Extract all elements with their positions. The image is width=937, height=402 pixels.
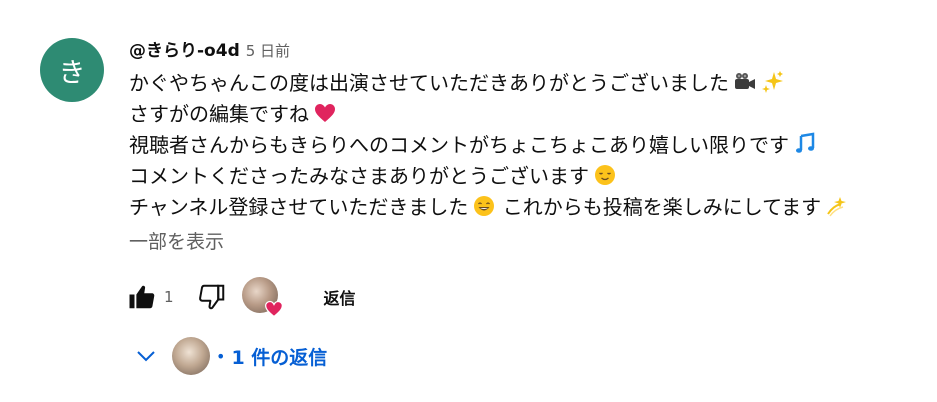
author-name[interactable]: @きらり-o4d bbox=[129, 36, 240, 61]
like-button[interactable] bbox=[124, 277, 160, 317]
reply-author-avatar bbox=[172, 337, 210, 375]
separator-dot: • bbox=[216, 346, 226, 366]
comment-line-text: さすがの編集ですね bbox=[129, 102, 309, 126]
comment-line: コメントくださったみなさまありがとうございます bbox=[129, 161, 919, 192]
dizzy-emoji bbox=[827, 197, 847, 217]
thumb-up-filled-icon bbox=[129, 285, 155, 309]
comment-actions: 1 返信 bbox=[124, 277, 360, 318]
comment-body: かぐやちゃんこの度は出演させていただきありがとうございました さすがの編集ですね… bbox=[129, 68, 919, 223]
view-replies-button[interactable]: • 1 件の返信 bbox=[134, 334, 327, 378]
comment-line-text: 視聴者さんからもきらりへのコメントがちょこちょこあり嬉しい限りです bbox=[129, 133, 789, 157]
avatar-letter: き bbox=[58, 57, 86, 89]
comment-line-text: これからも投稿を楽しみにしてます bbox=[502, 195, 822, 219]
reply-button[interactable]: 返信 bbox=[320, 277, 360, 317]
comment-content: @きらり-o4d 5 日前 かぐやちゃんこの度は出演させていただきありがとうござ… bbox=[129, 36, 919, 257]
comment-line-text: コメントくださったみなさまありがとうございます bbox=[129, 164, 589, 188]
comment-line: さすがの編集ですね bbox=[129, 99, 919, 130]
author-avatar[interactable]: き bbox=[40, 38, 104, 102]
show-less-button[interactable]: 一部を表示 bbox=[129, 227, 919, 257]
relieved-face-emoji bbox=[595, 165, 615, 185]
replies-count-label: 1 件の返信 bbox=[231, 346, 328, 369]
dislike-button[interactable] bbox=[194, 277, 230, 317]
comment-time[interactable]: 5 日前 bbox=[246, 40, 290, 61]
like-count: 1 bbox=[164, 288, 174, 306]
comment-line: チャンネル登録させていただきました これからも投稿を楽しみにしてます bbox=[129, 192, 919, 223]
grinning-face-emoji bbox=[474, 196, 495, 216]
creator-heart-icon bbox=[264, 300, 283, 318]
comment-line-text: かぐやちゃんこの度は出演させていただきありがとうございました bbox=[129, 71, 729, 95]
chevron-down-icon bbox=[137, 351, 155, 362]
red-heart-emoji bbox=[315, 104, 335, 122]
movie-camera-emoji bbox=[735, 73, 755, 89]
comment-line: かぐやちゃんこの度は出演させていただきありがとうございました bbox=[129, 68, 919, 99]
sparkles-emoji bbox=[762, 71, 783, 93]
comment-header: @きらり-o4d 5 日前 bbox=[129, 36, 919, 62]
creator-heart[interactable] bbox=[241, 277, 283, 318]
musical-notes-emoji bbox=[796, 132, 815, 153]
thumb-down-icon bbox=[198, 284, 224, 310]
comment-line: 視聴者さんからもきらりへのコメントがちょこちょこあり嬉しい限りです bbox=[129, 130, 919, 161]
comment-line-text: チャンネル登録させていただきました bbox=[129, 195, 469, 219]
